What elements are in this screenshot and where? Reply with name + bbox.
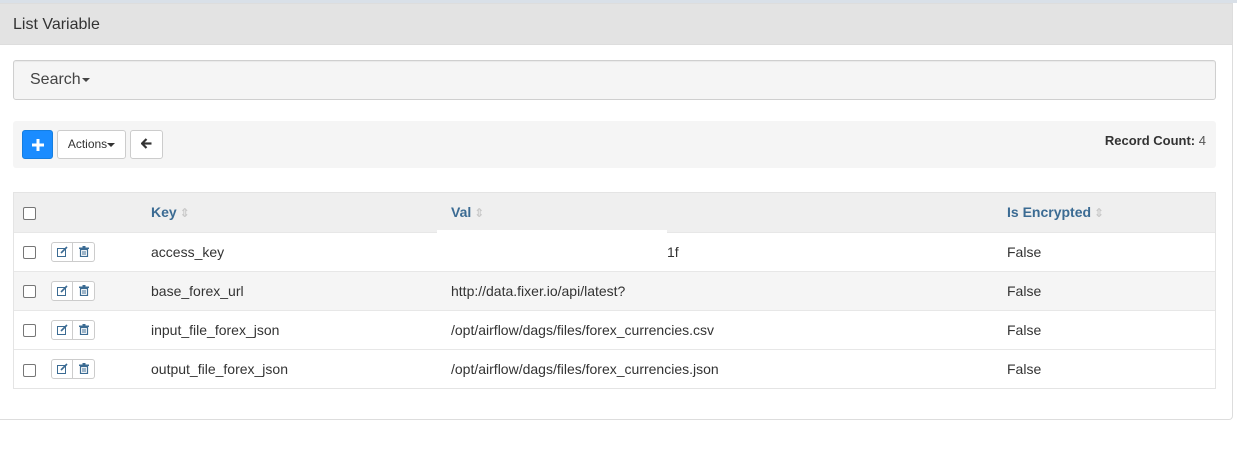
row-is-encrypted: False (1007, 360, 1042, 377)
record-count-value: 4 (1198, 133, 1206, 148)
row-key: access_key (151, 243, 225, 260)
select-all-checkbox[interactable] (23, 207, 36, 221)
edit-icon (56, 285, 68, 296)
sort-icon: ⇕ (179, 206, 190, 221)
redacted-area (437, 229, 667, 260)
trash-icon (78, 246, 89, 257)
actions-dropdown-button[interactable]: Actions (57, 130, 126, 159)
table-header-row: Key ⇕ Val ⇕ Is Encrypted ⇕ (14, 193, 1215, 232)
row-checkbox[interactable] (23, 363, 36, 377)
record-count-label: Record Count: (1104, 133, 1196, 148)
trash-icon (78, 324, 89, 335)
table-row: output_file_forex_json /opt/airflow/dags… (14, 349, 1215, 388)
column-header-key[interactable]: Key ⇕ (151, 193, 451, 232)
row-key: output_file_forex_json (151, 360, 288, 377)
record-count: Record Count: 4 (1105, 133, 1206, 148)
row-is-encrypted: False (1007, 282, 1042, 299)
edit-button[interactable] (51, 358, 73, 379)
column-header-is-encrypted[interactable]: Is Encrypted ⇕ (1007, 193, 1215, 232)
delete-button[interactable] (73, 280, 95, 301)
panel-title: List Variable (0, 4, 1232, 45)
row-val: 1f (437, 229, 1007, 271)
back-button[interactable] (130, 130, 163, 159)
edit-button[interactable] (51, 241, 73, 262)
edit-button[interactable] (51, 319, 73, 340)
plus-icon (31, 139, 44, 151)
row-key: base_forex_url (151, 282, 244, 299)
toolbar: Actions Record Count: 4 (13, 121, 1216, 168)
actions-label: Actions (67, 137, 108, 151)
trash-icon (78, 285, 89, 296)
sort-icon: ⇕ (1094, 206, 1105, 221)
search-label: Search (30, 71, 81, 88)
variables-table: Key ⇕ Val ⇕ Is Encrypted ⇕ access_key 1f… (13, 192, 1216, 389)
list-variable-panel: List Variable Search Actions Record Coun… (0, 3, 1233, 420)
sort-icon: ⇕ (474, 206, 485, 221)
table-row: base_forex_url http://data.fixer.io/api/… (14, 271, 1215, 310)
add-button[interactable] (22, 130, 53, 159)
row-key: input_file_forex_json (151, 321, 280, 338)
row-is-encrypted: False (1007, 321, 1042, 338)
caret-down-icon (107, 142, 116, 147)
table-row: access_key 1f False (14, 229, 1215, 271)
delete-button[interactable] (73, 241, 95, 262)
row-val: /opt/airflow/dags/files/forex_currencies… (451, 321, 714, 338)
row-checkbox[interactable] (23, 285, 36, 299)
row-checkbox[interactable] (23, 246, 36, 260)
row-is-encrypted: False (1007, 243, 1042, 260)
edit-icon (56, 246, 68, 257)
delete-button[interactable] (73, 358, 95, 379)
search-toggle[interactable]: Search (13, 60, 1216, 100)
row-checkbox[interactable] (23, 324, 36, 338)
row-val: http://data.fixer.io/api/latest? (451, 282, 626, 299)
trash-icon (78, 363, 89, 375)
edit-button[interactable] (51, 280, 73, 301)
edit-icon (56, 324, 68, 335)
row-val: /opt/airflow/dags/files/forex_currencies… (451, 360, 719, 377)
delete-button[interactable] (73, 319, 95, 340)
column-header-val[interactable]: Val ⇕ (451, 193, 1007, 232)
edit-icon (56, 363, 68, 375)
arrow-left-icon (140, 138, 152, 149)
table-row: input_file_forex_json /opt/airflow/dags/… (14, 310, 1215, 349)
caret-down-icon (81, 77, 90, 82)
